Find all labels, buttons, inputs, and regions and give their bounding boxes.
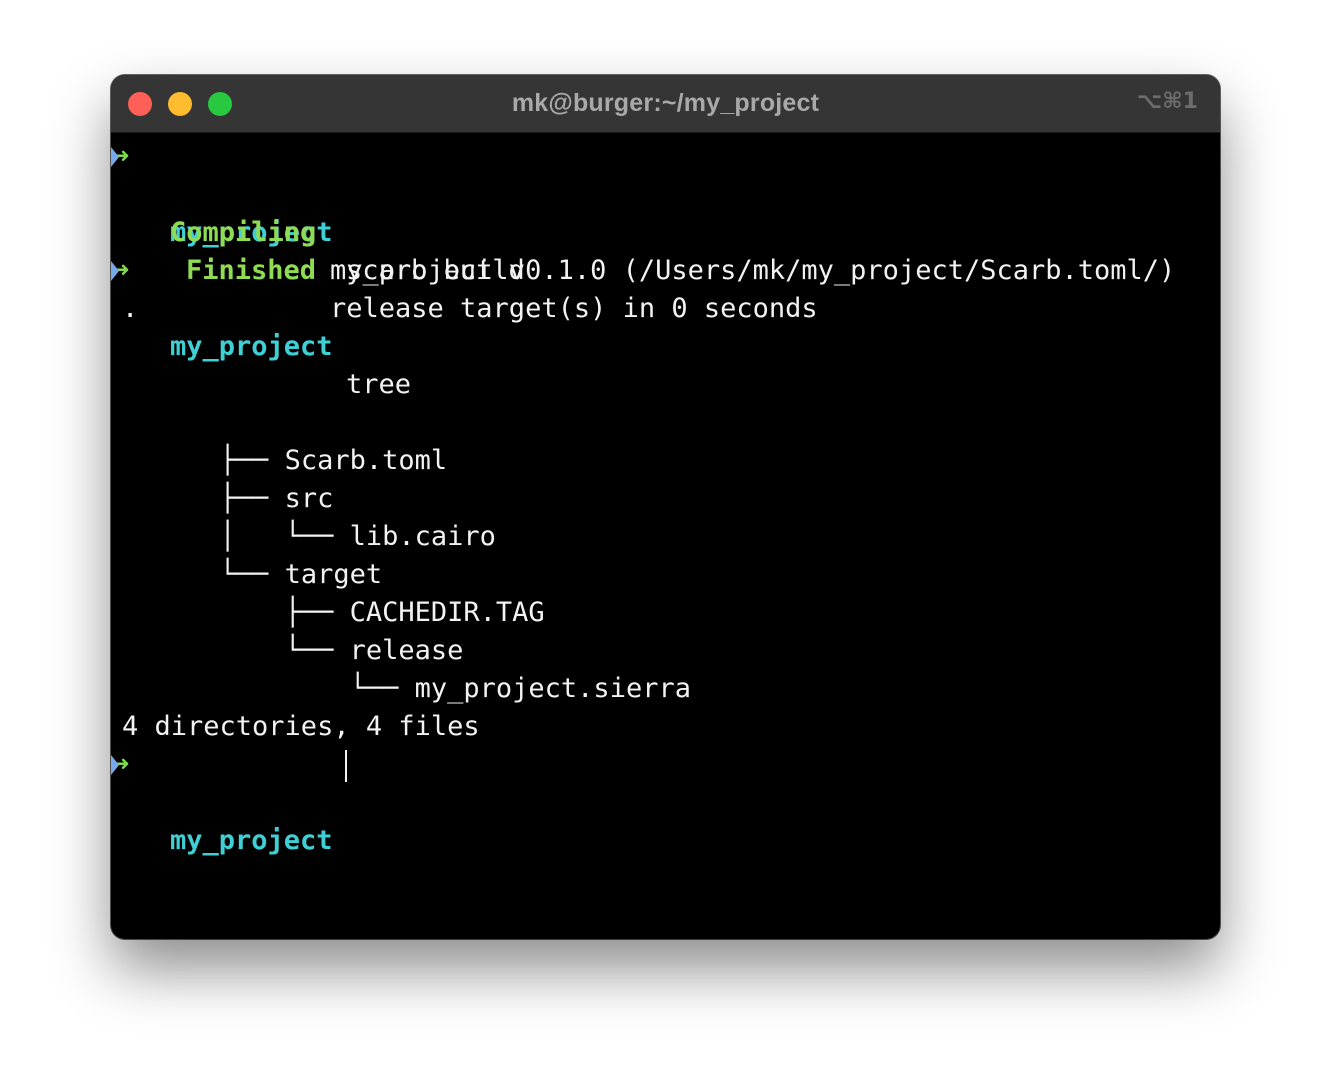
text-cursor: [345, 750, 347, 782]
finished-text: release target(s) in 0 seconds: [330, 293, 818, 324]
command-text: tree: [346, 369, 412, 400]
window-shortcut: ⌥⌘1: [1136, 89, 1198, 114]
tree-item: ├── Scarb.toml: [122, 404, 448, 476]
command-line-current[interactable]: ➜ my_project: [111, 746, 1220, 856]
terminal-content[interactable]: ➜ my_project scarb build Compiling my_pr…: [111, 133, 1220, 939]
prompt-arrow-icon: ➜: [111, 138, 129, 176]
output-finished-line: Finished release target(s) in 0 seconds: [111, 214, 818, 324]
tree-summary: 4 directories, 4 files: [122, 711, 480, 742]
command-line-tree: ➜ my_project tree: [111, 252, 411, 400]
tree-item: └── my_project.sierra: [122, 632, 691, 704]
tree-root: .: [122, 293, 139, 324]
prompt-directory: my_project: [170, 331, 333, 362]
window-title: mk@burger:~/my_project: [511, 89, 820, 117]
terminal-window: mk@burger:~/my_project ⌥⌘1 ➜ my_project …: [111, 75, 1220, 939]
prompt-arrow-icon: ➜: [111, 746, 129, 784]
prompt-arrow-icon: ➜: [111, 252, 129, 290]
tree-branch: └──: [219, 673, 415, 704]
title-bar[interactable]: mk@burger:~/my_project ⌥⌘1: [111, 75, 1220, 133]
output-compiling-line: Compiling my_project v0.1.0 (/Users/mk/m…: [111, 176, 1175, 286]
tree-item: └── target: [122, 518, 383, 590]
prompt-directory: my_project: [170, 825, 333, 856]
tree-item: └── release: [122, 594, 464, 666]
tree-item: ├── src: [122, 442, 334, 514]
tree-item: ├── CACHEDIR.TAG: [122, 556, 545, 628]
tree-entry-name: my_project.sierra: [414, 673, 691, 704]
command-line-build: ➜ my_project scarb build: [111, 138, 525, 286]
tree-item: │ └── lib.cairo: [122, 480, 496, 552]
compiling-text: my_project v0.1.0 (/Users/mk/my_project/…: [330, 255, 1176, 286]
